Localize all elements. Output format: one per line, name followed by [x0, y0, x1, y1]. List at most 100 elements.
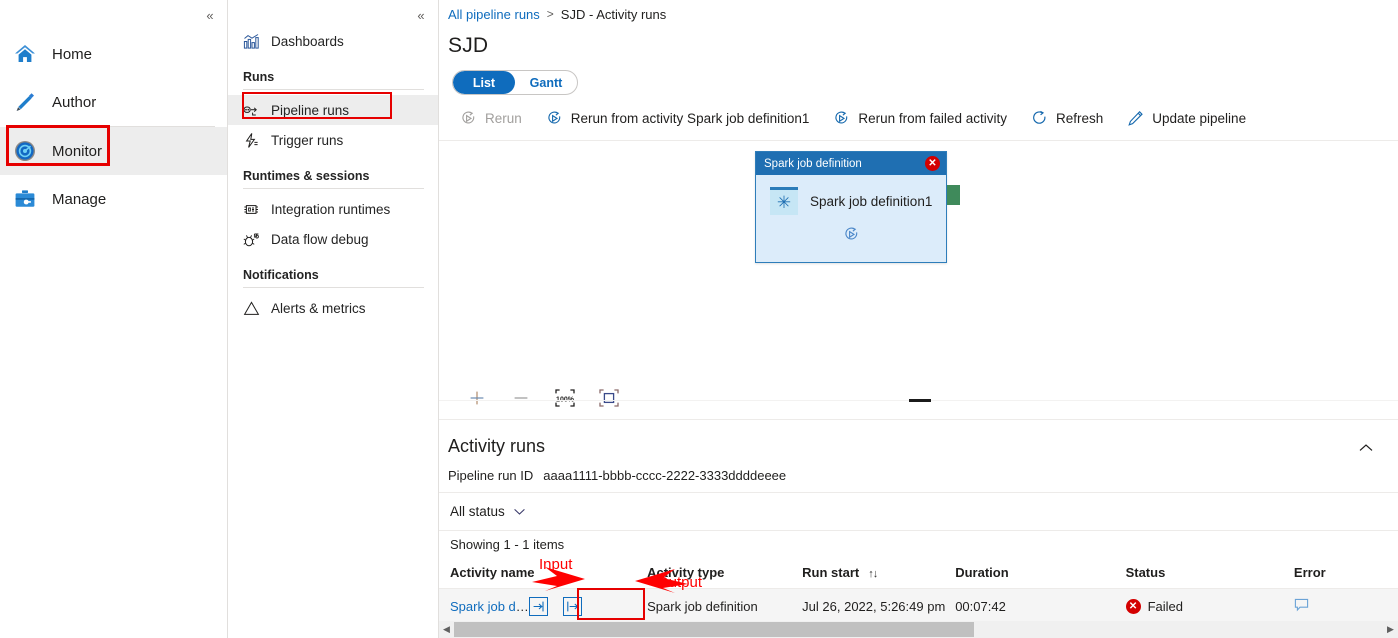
rail-item-label: Monitor — [52, 143, 102, 160]
page-title: SJD — [439, 28, 1398, 58]
col-duration[interactable]: Duration — [955, 559, 1125, 589]
error-cell — [1294, 589, 1398, 625]
spark-asterisk-icon: ✳ — [770, 187, 798, 215]
panel-item-label: Data flow debug — [271, 232, 369, 247]
refresh-icon — [1031, 110, 1048, 127]
activity-node[interactable]: Spark job definition ✕ ✳ Spark job defin… — [755, 151, 947, 263]
zoom-in-button[interactable] — [455, 383, 499, 413]
rerun-icon[interactable] — [843, 226, 860, 248]
panel-item-dashboards[interactable]: Dashboards — [228, 26, 438, 56]
monitor-nav-panel: « Dashboards Runs — [228, 0, 439, 638]
splitter-grip[interactable] — [909, 399, 931, 402]
table-row[interactable]: Spark job definitio... Spa — [439, 589, 1398, 625]
panel-group-runs: Runs Pipeline runs — [228, 70, 438, 155]
integration-runtime-icon — [243, 201, 260, 218]
breadcrumb: All pipeline runs > SJD - Activity runs — [439, 0, 1398, 28]
activity-toolbar: Rerun Rerun from activity Spark job defi… — [439, 95, 1398, 141]
sort-icon[interactable]: ↑↓ — [868, 568, 877, 580]
section-divider — [439, 492, 1398, 493]
input-arrow-icon[interactable] — [529, 597, 548, 616]
toolbar-button-label: Update pipeline — [1152, 111, 1246, 126]
home-icon — [12, 41, 38, 67]
status-cell: ✕ Failed — [1126, 589, 1294, 625]
toolbar-button-label: Rerun — [485, 111, 522, 126]
rail-item-home[interactable]: Home — [0, 30, 227, 78]
close-icon[interactable]: ✕ — [925, 156, 940, 171]
status-filter-dropdown[interactable]: All status — [439, 493, 526, 530]
panel-group-divider — [243, 188, 424, 189]
pencil-icon — [12, 89, 38, 115]
rerun-button[interactable]: Rerun — [448, 107, 534, 130]
activity-node-header: Spark job definition ✕ — [756, 152, 946, 175]
panel-group-runtimes: Runtimes & sessions Integration runtimes — [228, 169, 438, 254]
rail-item-label: Author — [52, 94, 96, 111]
panel-item-label: Integration runtimes — [271, 202, 390, 217]
scrollbar-track[interactable] — [454, 621, 1383, 638]
rail-item-list: Home Author — [0, 0, 227, 223]
breadcrumb-current: SJD - Activity runs — [561, 7, 666, 22]
output-arrow-icon[interactable] — [563, 597, 582, 616]
update-pipeline-button[interactable]: Update pipeline — [1115, 107, 1258, 130]
pipeline-run-id-value: aaaa1111-bbbb-cccc-2222-3333ddddeeee — [543, 468, 786, 483]
rail-item-manage[interactable]: Manage — [0, 175, 227, 223]
rail-item-monitor[interactable]: Monitor — [0, 127, 227, 175]
toolbar-button-label: Rerun from activity Spark job definition… — [571, 111, 810, 126]
alert-triangle-icon — [243, 300, 260, 317]
panel-collapse-icon[interactable]: « — [408, 2, 434, 28]
col-run-start[interactable]: Run start↑↓ — [802, 559, 955, 589]
col-status[interactable]: Status — [1126, 559, 1294, 589]
refresh-button[interactable]: Refresh — [1019, 107, 1115, 130]
rerun-icon — [546, 110, 563, 127]
activity-runs-section: Activity runs Pipeline run ID aaaa1111-b… — [439, 420, 1398, 624]
pipeline-run-id: Pipeline run ID aaaa1111-bbbb-cccc-2222-… — [439, 460, 1398, 492]
node-output-handle[interactable] — [947, 185, 960, 205]
pipeline-canvas[interactable]: Spark job definition ✕ ✳ Spark job defin… — [439, 141, 1398, 376]
primary-nav-rail: « Home — [0, 0, 228, 638]
rail-item-label: Home — [52, 46, 92, 63]
activity-type-cell: Spark job definition — [647, 589, 802, 625]
panel-item-label: Dashboards — [271, 34, 344, 49]
rerun-from-failed-activity-button[interactable]: Rerun from failed activity — [821, 107, 1019, 130]
rerun-from-activity-button[interactable]: Rerun from activity Spark job definition… — [534, 107, 822, 130]
zoom-to-100-button[interactable]: 100% — [543, 383, 587, 413]
panel-item-trigger-runs[interactable]: Trigger runs — [228, 125, 438, 155]
col-activity-type[interactable]: Activity type — [647, 559, 802, 589]
error-circle-icon: ✕ — [1126, 599, 1141, 614]
panel-item-data-flow-debug[interactable]: Data flow debug — [228, 224, 438, 254]
duration-cell: 00:07:42 — [955, 589, 1125, 625]
rail-item-author[interactable]: Author — [0, 78, 227, 126]
breadcrumb-all-pipeline-runs[interactable]: All pipeline runs — [448, 7, 540, 22]
col-activity-name[interactable]: Activity name — [439, 559, 529, 589]
chevron-up-icon[interactable] — [1350, 436, 1382, 460]
rail-item-label: Manage — [52, 191, 106, 208]
scroll-right-arrow-icon[interactable]: ▶ — [1383, 621, 1398, 638]
horizontal-scrollbar[interactable]: ◀ ▶ — [439, 621, 1398, 638]
panel-group-divider — [243, 89, 424, 90]
activity-name-link[interactable]: Spark job definitio... — [450, 599, 529, 614]
pencil-edit-icon — [1127, 110, 1144, 127]
toolbar-button-label: Rerun from failed activity — [858, 111, 1007, 126]
pipeline-runs-icon — [243, 102, 260, 119]
tab-list[interactable]: List — [453, 71, 515, 94]
view-mode-switch: List Gantt — [439, 58, 1398, 95]
dashboards-icon — [243, 33, 260, 50]
scrollbar-thumb[interactable] — [454, 622, 974, 637]
panel-item-integration-runtimes[interactable]: Integration runtimes — [228, 194, 438, 224]
panel-group-title: Notifications — [228, 268, 438, 287]
panel-item-pipeline-runs[interactable]: Pipeline runs — [228, 95, 438, 125]
showing-count: Showing 1 - 1 items — [439, 531, 1398, 552]
toolbar-button-label: Refresh — [1056, 111, 1103, 126]
col-error[interactable]: Error — [1294, 559, 1398, 589]
panel-group-notifications: Notifications Alerts & metrics — [228, 268, 438, 323]
zoom-out-button[interactable] — [499, 383, 543, 413]
rail-collapse-icon[interactable]: « — [197, 2, 223, 28]
activity-node-title: Spark job definition — [764, 158, 862, 170]
tab-gantt[interactable]: Gantt — [515, 71, 577, 94]
zoom-to-fit-button[interactable] — [587, 383, 631, 413]
panel-item-alerts-metrics[interactable]: Alerts & metrics — [228, 293, 438, 323]
comment-bubble-icon[interactable] — [1294, 599, 1309, 615]
activity-node-body: ✳ Spark job definition1 — [756, 175, 946, 215]
canvas-zoom-toolbar: 100% — [439, 376, 1398, 420]
col-io — [529, 559, 647, 589]
scroll-left-arrow-icon[interactable]: ◀ — [439, 621, 454, 638]
